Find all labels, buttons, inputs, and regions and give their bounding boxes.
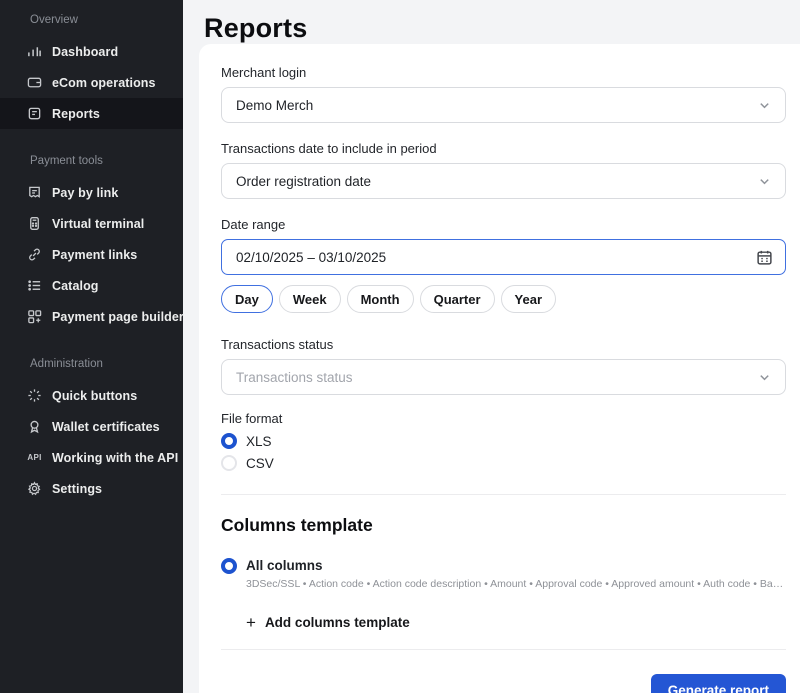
report-doc-icon [26, 105, 43, 122]
pill-week[interactable]: Week [279, 285, 341, 313]
merchant-login-select[interactable]: Demo Merch [221, 87, 786, 123]
section-divider [221, 494, 786, 495]
pill-year[interactable]: Year [501, 285, 556, 313]
sidebar-item-payment-links[interactable]: Payment links [0, 239, 183, 270]
pill-quarter[interactable]: Quarter [420, 285, 495, 313]
sidebar-section-payment-tools: Payment tools Pay by link Virtual termin… [0, 147, 183, 332]
generate-report-button[interactable]: Generate report [651, 674, 786, 693]
merchant-login-label: Merchant login [221, 65, 786, 80]
sidebar-item-quick-buttons[interactable]: Quick buttons [0, 380, 183, 411]
transactions-date-value: Order registration date [236, 174, 371, 189]
period-pills: Day Week Month Quarter Year [221, 285, 786, 313]
link-icon [26, 246, 43, 263]
date-range-field-group: Date range 02/10/2025 – 03/10/2025 Day W… [221, 217, 786, 313]
file-format-option-label: CSV [246, 456, 274, 471]
sidebar-item-catalog[interactable]: Catalog [0, 270, 183, 301]
all-columns-option[interactable]: All columns [221, 558, 786, 574]
file-format-option-xls[interactable]: XLS [221, 430, 786, 452]
sidebar-section-header: Administration [0, 350, 183, 380]
reports-form-card: Merchant login Demo Merch Transactions d… [199, 44, 800, 693]
sidebar-item-label: Catalog [52, 279, 99, 293]
file-format-field-group: File format XLS CSV [221, 411, 786, 474]
bar-chart-icon [26, 43, 43, 60]
pill-month[interactable]: Month [347, 285, 414, 313]
main-content: Reports Merchant login Demo Merch Transa… [183, 0, 800, 693]
sidebar-item-virtual-terminal[interactable]: Virtual terminal [0, 208, 183, 239]
plus-icon: + [246, 614, 256, 631]
sidebar-item-settings[interactable]: Settings [0, 473, 183, 504]
columns-template-section: Columns template All columns 3DSec/SSL •… [221, 515, 786, 631]
certificate-icon [26, 418, 43, 435]
pill-day[interactable]: Day [221, 285, 273, 313]
merchant-login-field-group: Merchant login Demo Merch [221, 65, 786, 123]
columns-preview-text: 3DSec/SSL • Action code • Action code de… [246, 578, 786, 590]
transactions-status-label: Transactions status [221, 337, 786, 352]
date-range-value: 02/10/2025 – 03/10/2025 [236, 250, 386, 265]
add-columns-template-button[interactable]: + Add columns template [246, 614, 786, 631]
list-icon [26, 277, 43, 294]
form-footer: Generate report [221, 631, 786, 693]
page-title: Reports [204, 13, 800, 44]
file-format-option-csv[interactable]: CSV [221, 452, 786, 474]
chevron-down-icon [758, 175, 771, 191]
radio-unselected-icon [221, 455, 237, 471]
sidebar-item-label: Settings [52, 482, 102, 496]
date-range-input[interactable]: 02/10/2025 – 03/10/2025 [221, 239, 786, 275]
date-range-label: Date range [221, 217, 786, 232]
sidebar-item-label: Working with the API [52, 451, 178, 465]
sidebar-item-label: Payment links [52, 248, 137, 262]
columns-template-heading: Columns template [221, 515, 786, 536]
radio-selected-icon [221, 558, 237, 574]
transactions-date-select[interactable]: Order registration date [221, 163, 786, 199]
receipt-icon [26, 184, 43, 201]
sidebar-item-label: Virtual terminal [52, 217, 144, 231]
sidebar-item-label: Dashboard [52, 45, 118, 59]
sidebar-item-pay-by-link[interactable]: Pay by link [0, 177, 183, 208]
terminal-icon [26, 215, 43, 232]
page-header: Reports [183, 0, 800, 44]
merchant-login-value: Demo Merch [236, 98, 313, 113]
sidebar-item-label: Wallet certificates [52, 420, 160, 434]
sidebar-item-dashboard[interactable]: Dashboard [0, 36, 183, 67]
chevron-down-icon [758, 371, 771, 387]
api-icon: API [26, 449, 43, 466]
sidebar-section-overview: Overview Dashboard eCom operations Repor… [0, 6, 183, 129]
sidebar-item-label: eCom operations [52, 76, 156, 90]
sidebar-item-label: Pay by link [52, 186, 118, 200]
transactions-date-field-group: Transactions date to include in period O… [221, 141, 786, 199]
gear-icon [26, 480, 43, 497]
sidebar-item-ecom-operations[interactable]: eCom operations [0, 67, 183, 98]
sidebar-item-reports[interactable]: Reports [0, 98, 183, 129]
sidebar-item-payment-page-builder[interactable]: Payment page builder [0, 301, 183, 332]
chevron-down-icon [758, 99, 771, 115]
transactions-status-field-group: Transactions status Transactions status [221, 337, 786, 395]
transactions-date-label: Transactions date to include in period [221, 141, 786, 156]
sidebar-item-wallet-certificates[interactable]: Wallet certificates [0, 411, 183, 442]
wallet-icon [26, 74, 43, 91]
sidebar-section-header: Overview [0, 6, 183, 36]
sidebar-item-label: Quick buttons [52, 389, 137, 403]
sidebar-item-working-with-api[interactable]: API Working with the API [0, 442, 183, 473]
all-columns-label: All columns [246, 558, 323, 573]
builder-grid-icon [26, 308, 43, 325]
calendar-icon[interactable] [756, 249, 773, 269]
transactions-status-select[interactable]: Transactions status [221, 359, 786, 395]
add-columns-template-label: Add columns template [265, 615, 410, 630]
radio-selected-icon [221, 433, 237, 449]
sidebar: Overview Dashboard eCom operations Repor… [0, 0, 183, 693]
sparkle-icon [26, 387, 43, 404]
sidebar-item-label: Reports [52, 107, 100, 121]
file-format-option-label: XLS [246, 434, 272, 449]
sidebar-section-administration: Administration Quick buttons Wallet cert… [0, 350, 183, 504]
sidebar-item-label: Payment page builder [52, 310, 184, 324]
transactions-status-placeholder: Transactions status [236, 370, 353, 385]
sidebar-section-header: Payment tools [0, 147, 183, 177]
file-format-label: File format [221, 411, 786, 426]
